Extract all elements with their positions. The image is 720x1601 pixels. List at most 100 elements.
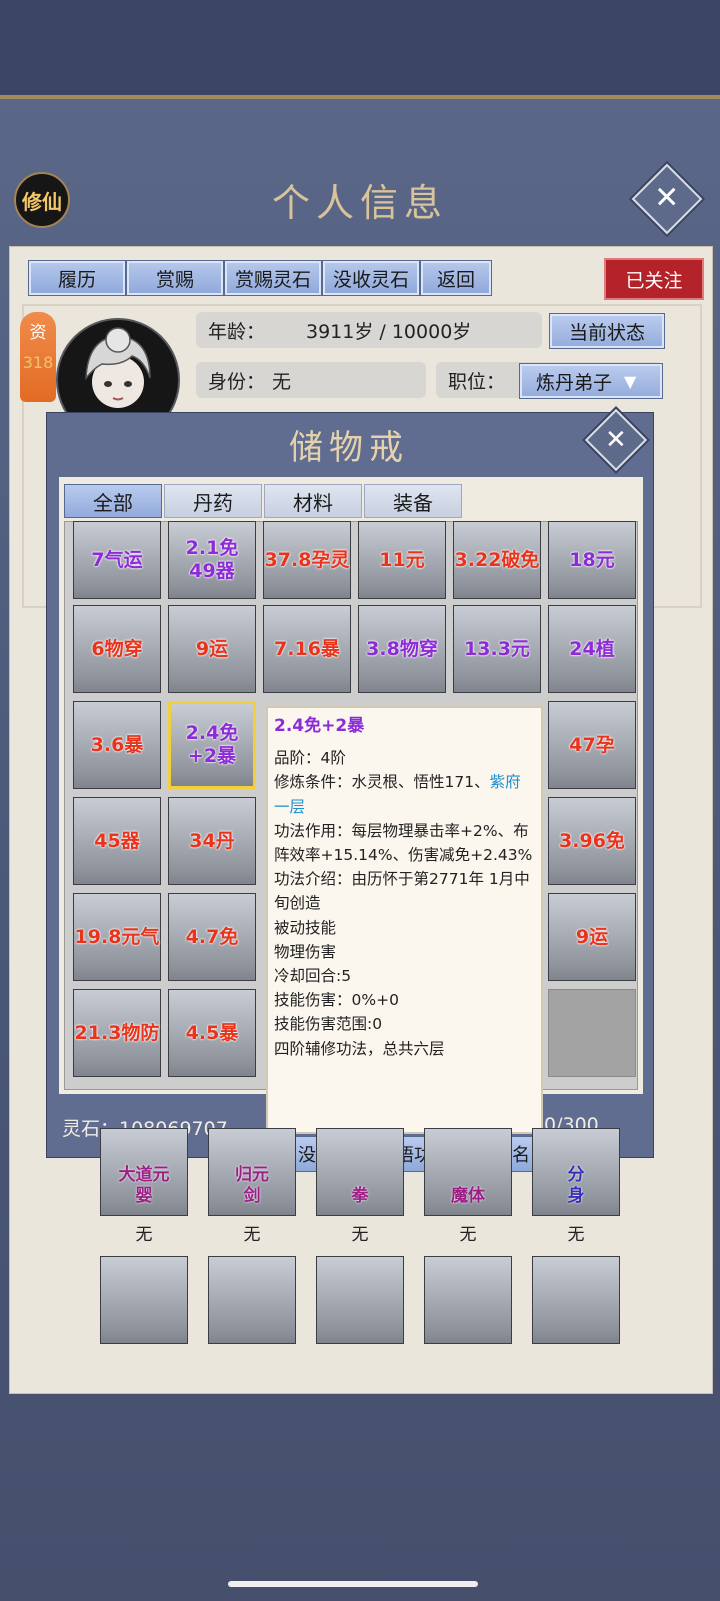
position-select[interactable]: 炼丹弟子 ▼ xyxy=(519,363,663,399)
tooltip-line: 被动技能 xyxy=(274,918,337,937)
item-slot-label: 4.7免 xyxy=(185,925,239,948)
age-value: 3911岁 / 10000岁 xyxy=(306,320,472,343)
filter-tab-pills[interactable]: 丹药 xyxy=(164,484,262,518)
tooltip-title: 2.4免+2暴 xyxy=(274,716,365,736)
followed-badge[interactable]: 已关注 xyxy=(604,258,704,300)
item-slot-label: 7.16暴 xyxy=(274,637,340,660)
item-slot[interactable]: 37.8孕灵 xyxy=(263,521,351,599)
item-slot[interactable]: 7.16暴 xyxy=(263,605,351,693)
item-slot[interactable]: 3.96免 xyxy=(548,797,636,885)
item-slot-label: 6物穿 xyxy=(91,637,143,660)
item-slot-label: 3.96免 xyxy=(559,829,625,852)
resource-label: 资 xyxy=(29,323,47,343)
tab-confiscate-stone[interactable]: 没收灵石 xyxy=(322,260,420,296)
tooltip-line: 技能伤害范围:0 xyxy=(274,1015,383,1034)
identity-field: 身份： 无 xyxy=(196,362,426,398)
age-field: 年龄： 3911岁 / 10000岁 xyxy=(196,312,542,348)
item-slot-label: 19.8元气 xyxy=(74,925,160,948)
item-slot-label: 9运 xyxy=(575,925,609,948)
equipment-slot-value: 无 xyxy=(243,1225,261,1245)
tooltip-line: 技能伤害：0%+0 xyxy=(274,991,399,1010)
identity-value: 无 xyxy=(272,370,292,393)
home-indicator[interactable] xyxy=(228,1581,478,1587)
empty-equipment-slot[interactable] xyxy=(316,1256,404,1344)
item-slot-label: 9运 xyxy=(195,637,229,660)
tooltip-requirement: 修炼条件：水灵根、悟性171、紫府一层 xyxy=(274,770,535,818)
equipment-slot-value: 无 xyxy=(135,1225,153,1245)
storage-title: 储物戒 xyxy=(289,428,409,468)
empty-equipment-slot[interactable] xyxy=(100,1256,188,1344)
item-slot[interactable]: 13.3元 xyxy=(453,605,541,693)
tooltip-line: 物理伤害 xyxy=(274,942,337,961)
item-slot-label: 11元 xyxy=(379,548,425,571)
equipment-slot[interactable]: 魔体 xyxy=(424,1128,512,1216)
item-slot[interactable]: 34丹 xyxy=(168,797,256,885)
item-slot[interactable]: 3.22破免 xyxy=(453,521,541,599)
item-slot[interactable]: 21.3物防 xyxy=(73,989,161,1077)
item-slot[interactable]: 3.6暴 xyxy=(73,701,161,789)
item-slot[interactable]: 2.1免 49器 xyxy=(168,521,256,599)
current-status-button[interactable]: 当前状态 xyxy=(549,313,665,349)
item-slot-label: 3.22破免 xyxy=(454,548,540,571)
item-slot[interactable]: 18元 xyxy=(548,521,636,599)
item-slot-label: 2.4免 +2暴 xyxy=(185,722,239,767)
item-slot-label: 45器 xyxy=(94,829,140,852)
page-title: 个人信息 xyxy=(271,181,448,225)
item-slot[interactable]: 3.8物穿 xyxy=(358,605,446,693)
position-value: 炼丹弟子 xyxy=(536,371,613,394)
identity-label: 身份： xyxy=(208,370,266,393)
tooltip-grade: 品阶：4阶 xyxy=(274,749,346,768)
item-slot[interactable]: 4.7免 xyxy=(168,893,256,981)
item-slot-label: 3.6暴 xyxy=(90,733,144,756)
item-slot-selected[interactable]: 2.4免 +2暴 xyxy=(168,701,256,789)
tab-return[interactable]: 返回 xyxy=(420,260,492,296)
item-slot-label: 3.8物穿 xyxy=(366,637,438,660)
empty-equipment-slot[interactable] xyxy=(424,1256,512,1344)
equipment-slot-name: 大道元 婴 xyxy=(118,1164,170,1206)
item-slot-label: 24植 xyxy=(569,637,615,660)
empty-equipment-slot[interactable] xyxy=(208,1256,296,1344)
filter-tab-equipment[interactable]: 装备 xyxy=(364,484,462,518)
item-slot[interactable]: 45器 xyxy=(73,797,161,885)
equipment-slot[interactable]: 大道元 婴 xyxy=(100,1128,188,1216)
item-slot[interactable]: 9运 xyxy=(168,605,256,693)
tab-history[interactable]: 履历 xyxy=(28,260,126,296)
filter-tab-all[interactable]: 全部 xyxy=(64,484,162,518)
item-slot[interactable]: 9运 xyxy=(548,893,636,981)
item-slot-label: 47孕 xyxy=(569,733,615,756)
equipment-slot[interactable]: 分 身 xyxy=(532,1128,620,1216)
item-slot[interactable]: 4.5暴 xyxy=(168,989,256,1077)
item-slot-label: 13.3元 xyxy=(464,637,530,660)
age-label: 年龄： xyxy=(208,320,266,343)
item-slot-label: 37.8孕灵 xyxy=(264,548,350,571)
tooltip-requirement-text: 修炼条件：水灵根、悟性171、 xyxy=(274,773,490,792)
empty-equipment-slot[interactable] xyxy=(532,1256,620,1344)
filter-tab-materials[interactable]: 材料 xyxy=(264,484,362,518)
tooltip-line: 冷却回合:5 xyxy=(274,967,352,986)
item-slot[interactable]: 7气运 xyxy=(73,521,161,599)
item-slot[interactable]: 24植 xyxy=(548,605,636,693)
item-slot[interactable]: 47孕 xyxy=(548,701,636,789)
tab-reward[interactable]: 赏赐 xyxy=(126,260,224,296)
item-slot-label: 7气运 xyxy=(91,548,143,571)
equipment-slot[interactable]: 拳 xyxy=(316,1128,404,1216)
equipment-slot-value: 无 xyxy=(567,1225,585,1245)
equipment-slot-name: 归元 剑 xyxy=(235,1164,269,1206)
tab-reward-stone[interactable]: 赏赐灵石 xyxy=(224,260,322,296)
item-slot-label: 18元 xyxy=(569,548,615,571)
equipment-slot-name: 拳 xyxy=(351,1185,369,1206)
item-slot[interactable] xyxy=(548,989,636,1077)
item-slot-label: 21.3物防 xyxy=(74,1021,160,1044)
item-slot-label: 2.1免 49器 xyxy=(185,537,239,582)
equipment-slot-name: 分 身 xyxy=(567,1164,585,1206)
tooltip-effect: 功法作用：每层物理暴击率+2%、布阵效率+15.14%、伤害减免+2.43% xyxy=(274,821,533,865)
equipment-slot-value: 无 xyxy=(459,1225,477,1245)
item-slot[interactable]: 11元 xyxy=(358,521,446,599)
resource-badge: 资 318 xyxy=(20,312,56,402)
position-label: 职位： xyxy=(448,370,506,393)
resource-value: 318 xyxy=(22,353,54,372)
item-slot[interactable]: 6物穿 xyxy=(73,605,161,693)
item-slot[interactable]: 19.8元气 xyxy=(73,893,161,981)
equipment-slot[interactable]: 归元 剑 xyxy=(208,1128,296,1216)
item-slot-label: 34丹 xyxy=(189,829,235,852)
